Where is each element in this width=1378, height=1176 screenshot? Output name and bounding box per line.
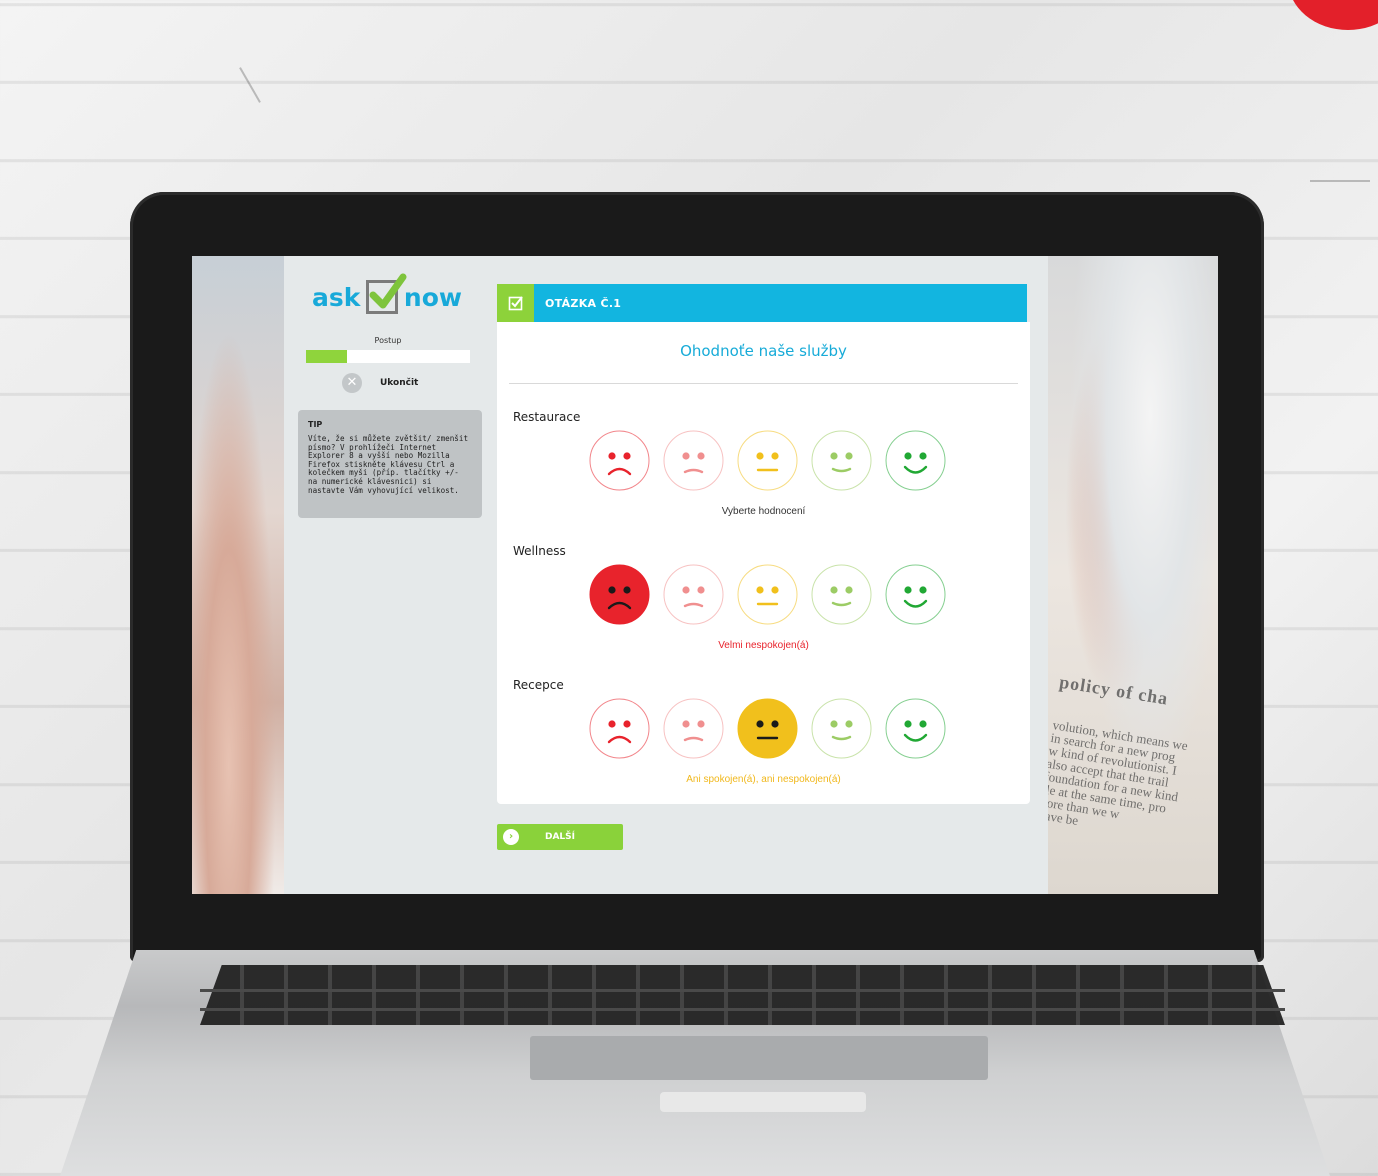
face-unhappy-icon[interactable] — [663, 564, 724, 625]
face-very-unhappy-icon[interactable] — [589, 564, 650, 625]
rating-status: Vyberte hodnocení — [721, 506, 806, 517]
close-icon: ✕ — [342, 373, 362, 393]
tip-box: TIP Víte, že si můžete zvětšit/ zmenšit … — [298, 410, 482, 518]
face-very-happy-icon[interactable] — [885, 430, 946, 491]
rating-row — [589, 564, 946, 625]
keyboard — [200, 965, 1285, 1025]
red-corner-decoration — [1288, 0, 1378, 30]
section-label-recepce: Recepce — [513, 678, 564, 692]
keyboard-row-gap — [200, 1008, 1285, 1011]
keyboard-row-gap — [200, 989, 1285, 992]
quit-label: Ukončit — [380, 378, 419, 388]
question-number: OTÁZKA Č.1 — [545, 296, 622, 310]
logo-word-ask: ask — [312, 282, 361, 312]
rating-status: Velmi nespokojen(á) — [718, 640, 809, 651]
face-unhappy-icon[interactable] — [663, 698, 724, 759]
face-very-unhappy-icon[interactable] — [589, 698, 650, 759]
face-neutral-icon[interactable] — [737, 564, 798, 625]
question-card: Ohodnoťe naše služby Restaurace Vyberte h… — [497, 322, 1030, 804]
wall-crack — [1310, 180, 1370, 182]
face-unhappy-icon[interactable] — [663, 430, 724, 491]
policy-title: policy of cha — [1058, 671, 1170, 709]
wall-crack — [239, 67, 261, 103]
face-happy-icon[interactable] — [811, 430, 872, 491]
face-happy-icon[interactable] — [811, 564, 872, 625]
trackpad — [530, 1036, 988, 1080]
rating-row — [589, 430, 946, 491]
question-text: Ohodnoťe naše služby — [680, 342, 847, 360]
divider — [509, 383, 1018, 384]
next-button[interactable]: › DALŠÍ — [497, 824, 623, 850]
face-neutral-icon[interactable] — [737, 698, 798, 759]
progress-bar-fill — [306, 350, 347, 363]
face-happy-icon[interactable] — [811, 698, 872, 759]
tip-text: Víte, že si můžete zvětšit/ zmenšit písm… — [308, 434, 469, 495]
arrow-right-icon: › — [503, 829, 519, 845]
quit-button[interactable]: ✕ Ukončit — [342, 373, 418, 393]
logo-word-now: now — [403, 282, 462, 312]
section-label-wellness: Wellness — [513, 544, 566, 558]
background-photo-left — [192, 256, 284, 894]
laptop-screen: policy of cha volution, which means we in… — [192, 256, 1218, 894]
asknow-logo: ask now — [312, 273, 462, 318]
progress-label: Postup — [374, 336, 402, 345]
face-very-happy-icon[interactable] — [885, 564, 946, 625]
face-very-happy-icon[interactable] — [885, 698, 946, 759]
tip-title: TIP — [308, 420, 323, 429]
survey-app: ask now Postup ✕ Ukončit TIP Víte, že si… — [284, 256, 1048, 894]
background-photo-right: policy of cha volution, which means we in… — [1037, 256, 1218, 894]
checkbox-icon — [497, 284, 534, 322]
policy-document-text: policy of cha volution, which means we in… — [1037, 671, 1218, 848]
section-label-restaurace: Restaurace — [513, 410, 581, 424]
logo-check-icon — [366, 273, 407, 314]
question-header: OTÁZKA Č.1 — [497, 284, 1027, 322]
progress-bar — [306, 350, 470, 363]
face-very-unhappy-icon[interactable] — [589, 430, 650, 491]
face-neutral-icon[interactable] — [737, 430, 798, 491]
laptop-front-notch — [660, 1092, 866, 1112]
rating-row — [589, 698, 946, 759]
next-label: DALŠÍ — [545, 832, 576, 842]
rating-status: Ani spokojen(á), ani nespokojen(á) — [686, 774, 841, 785]
